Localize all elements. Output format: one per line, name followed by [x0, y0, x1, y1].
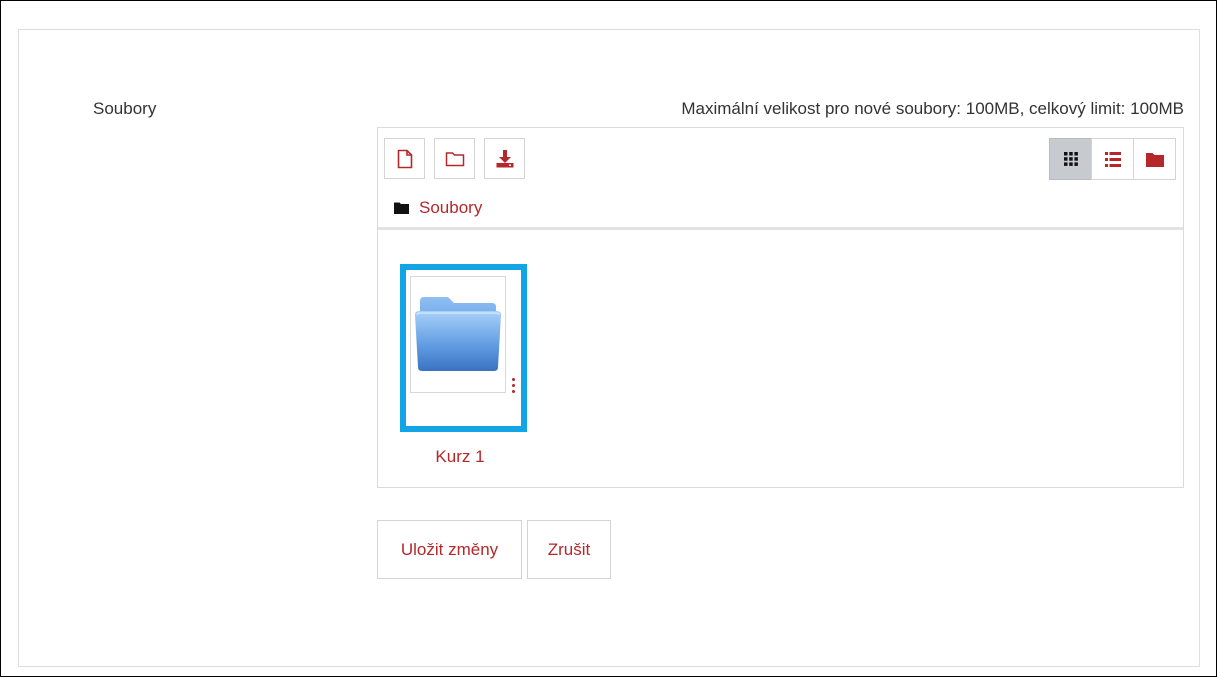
- list-view-button[interactable]: [1091, 138, 1134, 180]
- download-icon: [496, 149, 513, 167]
- upload-limit-text: Maximální velikost pro nové soubory: 100…: [681, 99, 1184, 118]
- grid-view-icon: [1063, 152, 1078, 166]
- file-manager-content: Kurz 1: [378, 230, 1183, 487]
- download-button[interactable]: [484, 138, 525, 179]
- add-file-button[interactable]: [384, 138, 425, 179]
- file-thumbnail[interactable]: [410, 276, 515, 393]
- save-button[interactable]: Uložit změny: [377, 520, 522, 579]
- folder-icon: [394, 202, 409, 214]
- tree-view-button[interactable]: [1133, 138, 1176, 180]
- folder-icon: [415, 297, 501, 371]
- breadcrumb: Soubory: [394, 198, 482, 218]
- field-label: Soubory: [93, 99, 157, 118]
- kebab-menu-icon[interactable]: [508, 378, 518, 400]
- file-item-name[interactable]: Kurz 1: [380, 447, 540, 467]
- grid-view-button[interactable]: [1049, 138, 1092, 180]
- file-manager-toolbar: Soubory: [378, 128, 1183, 228]
- tree-view-icon: [1145, 152, 1164, 167]
- folder-create-icon: [445, 151, 464, 166]
- create-folder-button[interactable]: [434, 138, 475, 179]
- list-view-icon: [1104, 151, 1121, 167]
- file-add-icon: [397, 149, 412, 168]
- file-manager: Soubory Kurz 1: [377, 127, 1184, 488]
- breadcrumb-link[interactable]: Soubory: [419, 198, 482, 218]
- cancel-button[interactable]: Zrušit: [527, 520, 611, 579]
- file-item[interactable]: [400, 264, 527, 432]
